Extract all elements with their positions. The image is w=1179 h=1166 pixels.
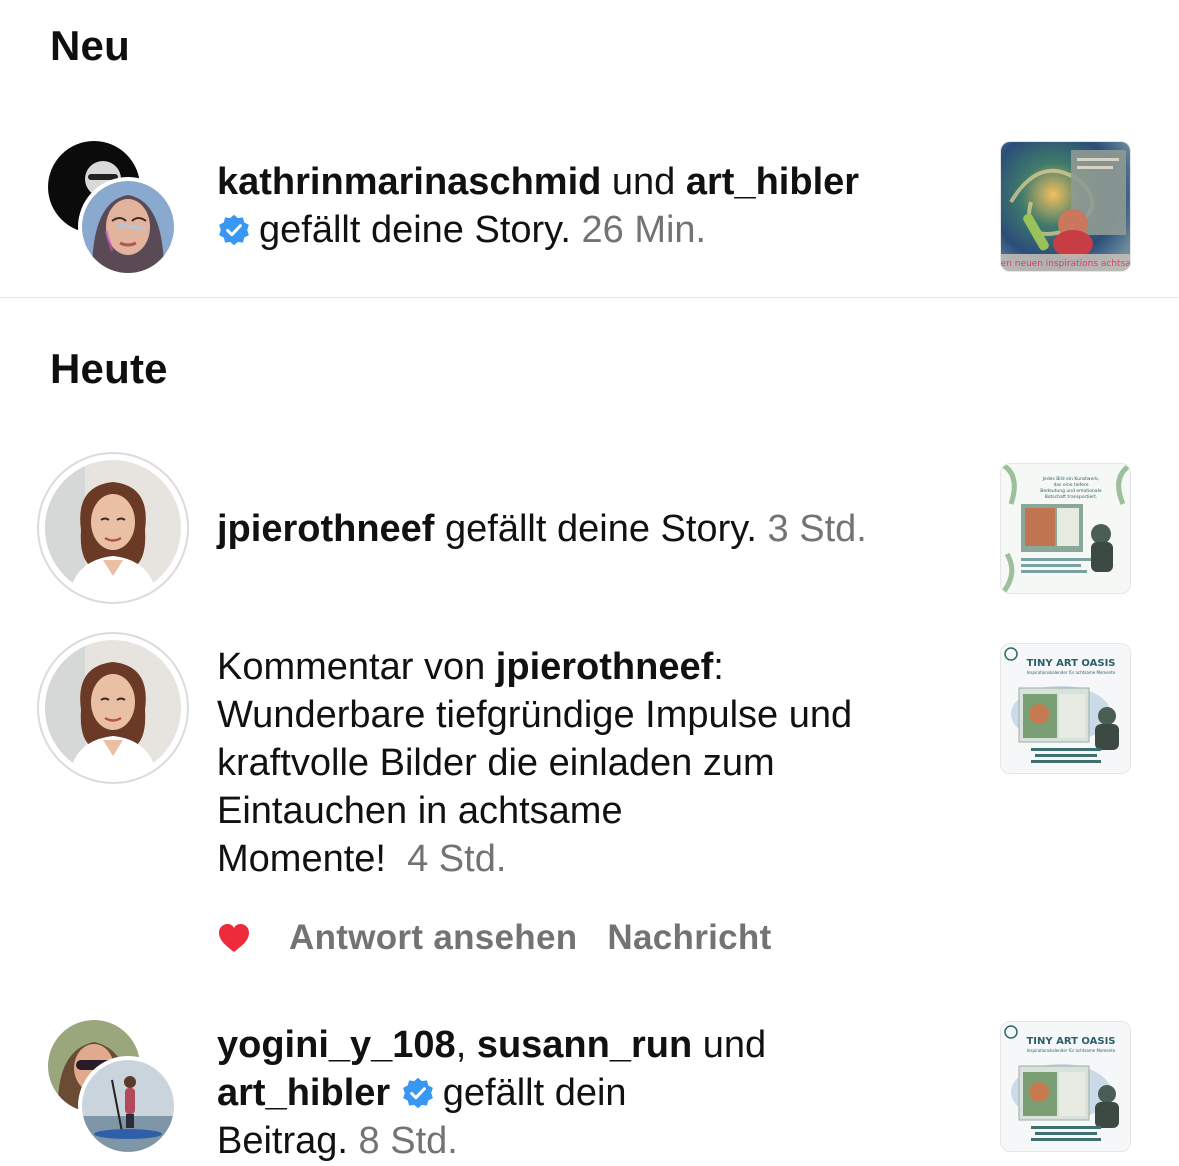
comment-line: Eintauchen in achtsame (217, 790, 623, 832)
svg-text:Jedes Bild ein Kunstwerk,: Jedes Bild ein Kunstwerk, (1042, 476, 1100, 482)
username[interactable]: art_hibler (686, 161, 859, 203)
comment-line: kraftvolle Bilder die einladen zum (217, 742, 775, 784)
verified-badge-icon (219, 214, 249, 246)
svg-text:das eine tiefere: das eine tiefere (1053, 482, 1088, 488)
notification-message: gefällt dein (442, 1072, 627, 1114)
username[interactable]: jpierothneef (217, 508, 434, 550)
story-thumbnail[interactable]: Jedes Bild ein Kunstwerk, das eine tiefe… (1000, 463, 1131, 594)
timestamp: 3 Std. (767, 508, 867, 550)
username[interactable]: jpierothneef (496, 646, 713, 688)
notification-text[interactable]: jpierothneef gefällt deine Story. 3 Std. (217, 505, 987, 553)
notification-message: Beitrag. (217, 1120, 348, 1162)
timestamp: 26 Min. (581, 209, 707, 251)
comment-actions: Antwort ansehen Nachricht (217, 914, 802, 962)
post-thumbnail[interactable]: TINY ART OASIS Inspirationskalender für … (1000, 643, 1131, 774)
svg-text:einen neuen inspirations achts: einen neuen inspirations achtsame (1001, 259, 1131, 269)
comment-line: Wunderbare tiefgründige Impulse und (217, 694, 853, 736)
colon-text: : (713, 646, 724, 688)
avatar-group[interactable] (48, 1020, 183, 1156)
notification-message: gefällt deine Story. (445, 508, 757, 550)
view-reply-button[interactable]: Antwort ansehen (289, 918, 577, 958)
svg-text:Bedeutung und emotionale: Bedeutung und emotionale (1040, 488, 1102, 494)
username[interactable]: kathrinmarinaschmid (217, 161, 601, 203)
connector-text: und (611, 161, 676, 203)
timestamp: 4 Std. (407, 838, 507, 880)
avatar[interactable] (78, 1056, 178, 1156)
connector-text: und (702, 1024, 767, 1066)
avatar[interactable] (37, 452, 189, 604)
section-title-neu: Neu (50, 22, 130, 69)
avatar-group[interactable] (48, 141, 183, 277)
comment-prefix: Kommentar von (217, 646, 486, 688)
svg-text:TINY ART OASIS: TINY ART OASIS (1026, 1036, 1115, 1047)
avatar[interactable] (78, 177, 178, 277)
section-divider (0, 297, 1179, 298)
username[interactable]: yogini_y_108 (217, 1024, 456, 1066)
section-title-heute: Heute (50, 345, 168, 392)
story-thumbnail[interactable]: einen neuen inspirations achtsame (1000, 141, 1131, 272)
timestamp: 8 Std. (358, 1120, 458, 1162)
post-thumbnail[interactable]: TINY ART OASIS Inspirationskalender für … (1000, 1021, 1131, 1152)
notification-message: gefällt deine Story. (259, 209, 571, 251)
notification-text[interactable]: yogini_y_108, susann_run und art_hibler … (217, 1021, 987, 1165)
svg-text:Botschaft transportiert.: Botschaft transportiert. (1045, 494, 1098, 500)
message-button[interactable]: Nachricht (607, 918, 771, 958)
comment-line: Momente! (217, 838, 386, 880)
username[interactable]: susann_run (477, 1024, 692, 1066)
avatar[interactable] (37, 632, 189, 784)
svg-text:Inspirationskalender für achts: Inspirationskalender für achtsame Moment… (1027, 670, 1116, 675)
svg-text:Inspirationskalender für achts: Inspirationskalender für achtsame Moment… (1027, 1048, 1116, 1053)
svg-text:TINY ART OASIS: TINY ART OASIS (1026, 658, 1115, 669)
notification-text[interactable]: kathrinmarinaschmid und art_hibler gefäl… (217, 158, 987, 254)
verified-badge-icon (402, 1077, 433, 1109)
heart-icon[interactable] (217, 922, 251, 954)
comment-notification-text[interactable]: Kommentar von jpierothneef: Wunderbare t… (217, 643, 987, 883)
comma-text: , (455, 1024, 467, 1066)
username[interactable]: art_hibler (217, 1072, 390, 1114)
